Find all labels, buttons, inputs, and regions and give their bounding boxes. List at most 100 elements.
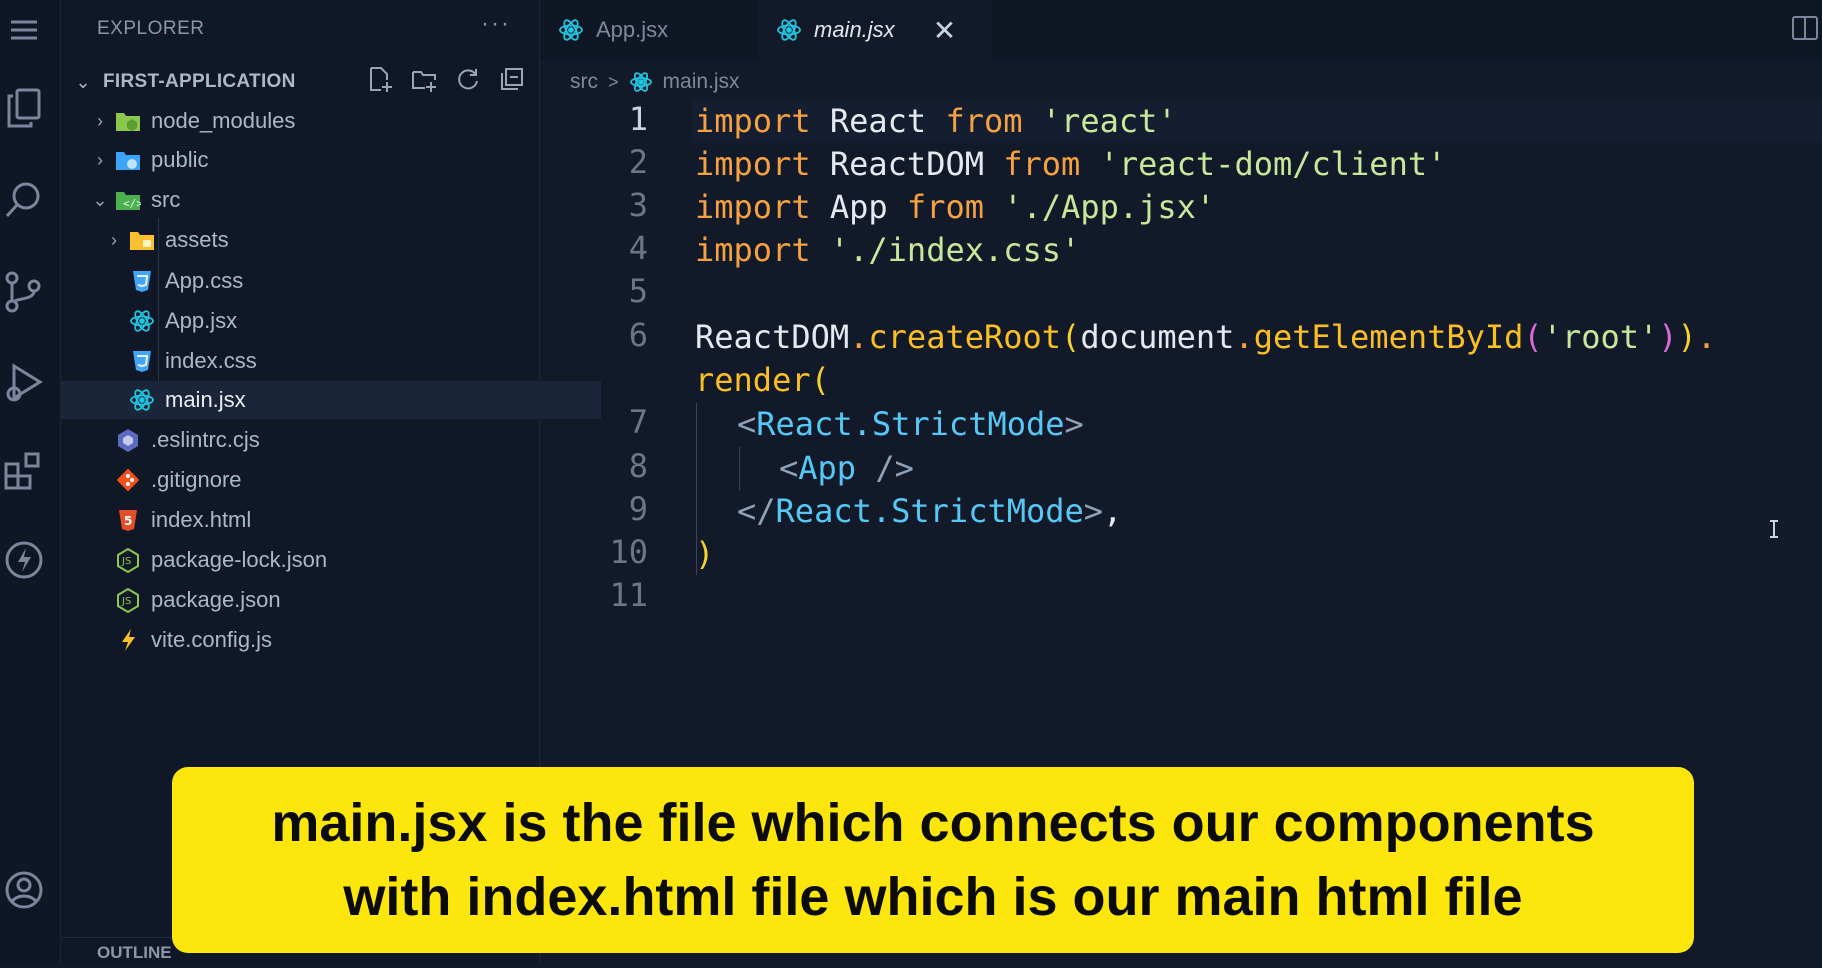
code-line: ReactDOM.createRoot(document.getElementB… bbox=[695, 318, 1717, 356]
nodejs-icon: JS bbox=[115, 547, 141, 573]
tree-item-label: public bbox=[151, 147, 209, 172]
tree-item-label: .gitignore bbox=[151, 467, 242, 492]
tab-label: App.jsx bbox=[596, 17, 669, 42]
tree-item-eslintrc[interactable]: .eslintrc.cjs bbox=[61, 421, 587, 459]
tree-item-label: App.css bbox=[165, 268, 244, 293]
line-number: 3 bbox=[628, 186, 648, 224]
code-line: import ReactDOM from 'react-dom/client' bbox=[695, 145, 1447, 183]
tree-item-assets[interactable]: › assets bbox=[61, 221, 579, 259]
code-line: <App /> bbox=[779, 449, 914, 487]
code-line: import './index.css' bbox=[695, 231, 1081, 269]
split-editor-icon[interactable] bbox=[1792, 16, 1818, 40]
chevron-right-icon: › bbox=[97, 110, 103, 131]
code-line: import App from './App.jsx' bbox=[695, 188, 1216, 226]
tree-item-label: package-lock.json bbox=[151, 547, 328, 572]
tree-item-label: vite.config.js bbox=[151, 627, 273, 652]
source-control-icon[interactable] bbox=[0, 268, 48, 316]
svg-text:5: 5 bbox=[124, 514, 132, 528]
line-number: 11 bbox=[609, 576, 648, 614]
react-icon bbox=[629, 72, 652, 92]
explorer-actions bbox=[367, 66, 525, 92]
account-icon[interactable] bbox=[0, 866, 48, 914]
tree-item-main-jsx[interactable]: main.jsx bbox=[61, 381, 601, 419]
line-number: 10 bbox=[609, 533, 648, 571]
line-number: 5 bbox=[628, 272, 648, 310]
tree-item-label: main.jsx bbox=[165, 387, 246, 412]
line-number: 1 bbox=[628, 100, 648, 138]
line-number: 4 bbox=[628, 229, 648, 267]
close-icon[interactable]: ✕ bbox=[933, 14, 956, 47]
tree-item-index-html[interactable]: 5 index.html bbox=[61, 501, 587, 539]
text-cursor-icon bbox=[1770, 520, 1778, 538]
css-icon bbox=[129, 348, 155, 374]
breadcrumb: src > main.jsx bbox=[570, 66, 740, 98]
line-number: 9 bbox=[628, 490, 648, 528]
eslint-icon bbox=[115, 427, 141, 453]
collapse-all-icon[interactable] bbox=[499, 66, 525, 92]
project-root-label: FIRST-APPLICATION bbox=[103, 71, 296, 92]
react-icon bbox=[129, 387, 155, 413]
css-icon bbox=[129, 268, 155, 294]
react-icon bbox=[129, 308, 155, 334]
thunder-client-icon[interactable] bbox=[0, 536, 48, 584]
tree-item-label: .eslintrc.cjs bbox=[151, 427, 260, 452]
breadcrumb-file[interactable]: main.jsx bbox=[663, 70, 740, 94]
more-actions-icon[interactable]: ··· bbox=[481, 10, 511, 38]
tree-item-gitignore[interactable]: .gitignore bbox=[61, 461, 587, 499]
chevron-right-icon: › bbox=[111, 229, 117, 250]
html-icon: 5 bbox=[115, 507, 141, 533]
run-debug-icon[interactable] bbox=[0, 358, 48, 406]
outline-label: OUTLINE bbox=[97, 943, 172, 962]
tab-app-jsx[interactable]: App.jsx bbox=[558, 0, 748, 60]
breadcrumb-folder[interactable]: src bbox=[570, 70, 598, 94]
tree-item-label: App.jsx bbox=[165, 308, 238, 333]
explorer-title: EXPLORER bbox=[97, 18, 205, 39]
code-line: </React.StrictMode>, bbox=[737, 492, 1123, 530]
tab-main-jsx[interactable]: main.jsx ✕ bbox=[758, 0, 992, 60]
tree-item-public[interactable]: › public bbox=[61, 141, 565, 179]
caption-banner: main.jsx is the file which connects our … bbox=[172, 767, 1694, 953]
chevron-down-icon: ⌄ bbox=[75, 71, 91, 92]
vite-icon bbox=[115, 627, 141, 653]
caption-line-1: main.jsx is the file which connects our … bbox=[271, 793, 1595, 853]
src-folder-icon: </> bbox=[115, 187, 141, 213]
react-icon bbox=[777, 19, 801, 41]
public-folder-icon bbox=[115, 147, 141, 173]
tree-item-package-lock[interactable]: JS package-lock.json bbox=[61, 541, 587, 579]
code-line: render( bbox=[695, 361, 830, 399]
code-line: import React from 'react' bbox=[695, 102, 1177, 140]
svg-text:JS: JS bbox=[121, 596, 131, 607]
tree-item-vite-config[interactable]: vite.config.js bbox=[61, 621, 587, 659]
svg-text:</>: </> bbox=[123, 197, 141, 210]
code-line: ) bbox=[695, 535, 715, 573]
tree-item-label: assets bbox=[165, 227, 229, 252]
chevron-right-icon: › bbox=[97, 149, 103, 170]
react-icon bbox=[559, 19, 583, 41]
search-icon[interactable] bbox=[0, 176, 48, 224]
tree-item-app-jsx[interactable]: App.jsx bbox=[61, 302, 601, 340]
tree-item-label: src bbox=[151, 187, 181, 212]
editor-tabs: App.jsx main.jsx ✕ bbox=[540, 0, 1822, 60]
refresh-icon[interactable] bbox=[455, 66, 481, 92]
menu-icon[interactable] bbox=[0, 6, 48, 54]
tree-item-label: index.html bbox=[151, 507, 252, 532]
extensions-icon[interactable] bbox=[0, 448, 48, 496]
nodejs-icon: JS bbox=[115, 587, 141, 613]
explorer-icon[interactable] bbox=[0, 84, 48, 132]
tab-label: main.jsx bbox=[814, 17, 895, 42]
new-folder-icon[interactable] bbox=[411, 66, 437, 92]
tree-item-package-json[interactable]: JS package.json bbox=[61, 581, 587, 619]
line-number: 6 bbox=[628, 316, 648, 354]
tree-item-label: package.json bbox=[151, 587, 281, 612]
node-folder-icon bbox=[115, 108, 141, 134]
tree-item-index-css[interactable]: index.css bbox=[61, 342, 601, 380]
line-number: 8 bbox=[628, 447, 648, 485]
tree-item-node-modules[interactable]: › node_modules bbox=[61, 102, 565, 140]
activity-bar bbox=[0, 0, 61, 964]
chevron-down-icon: ⌄ bbox=[92, 189, 108, 210]
tree-item-label: node_modules bbox=[151, 108, 296, 133]
tree-item-src[interactable]: ⌄ </> src bbox=[61, 181, 565, 219]
tree-item-app-css[interactable]: App.css bbox=[61, 262, 601, 300]
new-file-icon[interactable] bbox=[367, 66, 393, 92]
git-icon bbox=[115, 467, 141, 493]
